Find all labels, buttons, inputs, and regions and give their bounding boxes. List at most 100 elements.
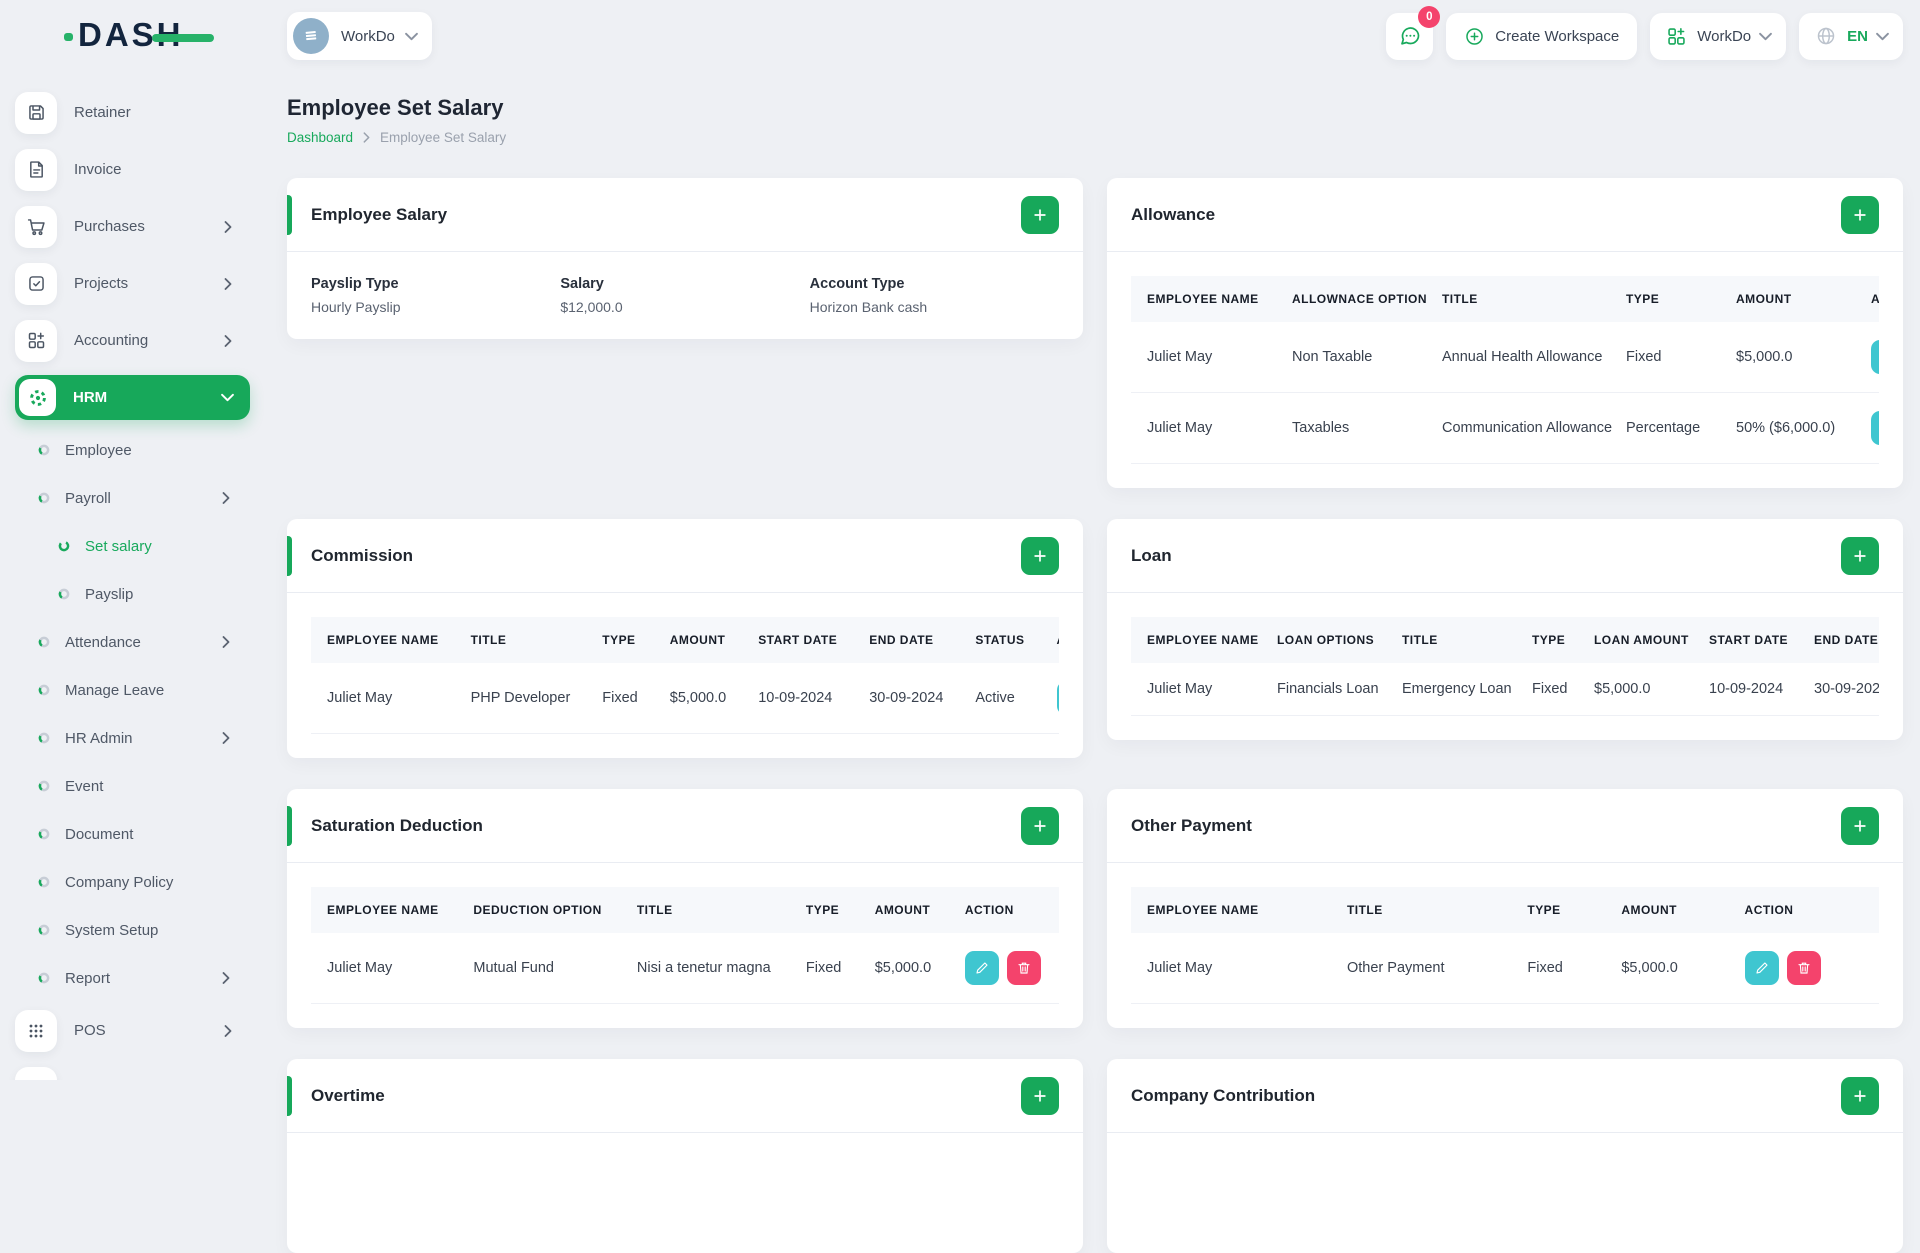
sidebar-item-report[interactable]: Report: [0, 954, 266, 1002]
sidebar-item-crm[interactable]: CRM: [0, 1059, 266, 1080]
plus-icon: [1031, 206, 1049, 224]
chevron-down-icon: [221, 393, 234, 402]
company-contribution-header: Company Contribution: [1107, 1059, 1903, 1133]
plus-icon: [1851, 817, 1869, 835]
breadcrumb-dashboard-link[interactable]: Dashboard: [287, 130, 353, 145]
card-title: Overtime: [311, 1086, 385, 1106]
sidebar-item-event[interactable]: Event: [0, 762, 266, 810]
edit-button[interactable]: [1871, 411, 1879, 445]
edit-button[interactable]: [1057, 681, 1060, 715]
table-row: Juliet May Non Taxable Annual Health All…: [1131, 322, 1879, 393]
table-row: Juliet May Mutual Fund Nisi a tenetur ma…: [311, 933, 1059, 1004]
saturation-deduction-header: Saturation Deduction: [287, 789, 1083, 863]
edit-button[interactable]: [1871, 340, 1879, 374]
sidebar-item-payroll[interactable]: Payroll: [0, 474, 266, 522]
task-check-icon: [15, 263, 57, 305]
chevron-right-icon: [224, 335, 232, 347]
sidebar-item-manage-leave[interactable]: Manage Leave: [0, 666, 266, 714]
other-payment-card: Other Payment EMPLOYEE NAME TITLE TYPE A…: [1107, 789, 1903, 1028]
trash-icon: [1016, 960, 1032, 976]
add-loan-button[interactable]: [1841, 537, 1879, 575]
add-company-contribution-button[interactable]: [1841, 1077, 1879, 1115]
language-label: EN: [1847, 28, 1868, 45]
delete-button[interactable]: [1007, 951, 1041, 985]
building-icon: [301, 26, 321, 46]
sidebar-item-pos[interactable]: POS: [0, 1002, 266, 1059]
sidebar-item-document[interactable]: Document: [0, 810, 266, 858]
field-salary: Salary $12,000.0: [560, 276, 809, 315]
messages-button[interactable]: 0: [1386, 13, 1433, 60]
sidebar-item-hrm[interactable]: HRM: [15, 375, 250, 420]
workdo-menu-label: WorkDo: [1697, 28, 1751, 45]
bullet-icon: [38, 780, 50, 792]
cards-grid: Employee Salary Payslip Type Hourly Pays…: [287, 178, 1903, 1253]
other-payment-table: EMPLOYEE NAME TITLE TYPE AMOUNT ACTION J…: [1131, 887, 1879, 1004]
card-title: Commission: [311, 546, 413, 566]
add-allowance-button[interactable]: [1841, 196, 1879, 234]
add-saturation-deduction-button[interactable]: [1021, 807, 1059, 845]
main-content: Employee Set Salary Dashboard Employee S…: [287, 72, 1903, 1253]
sidebar-item-purchases[interactable]: Purchases: [0, 198, 266, 255]
workdo-menu[interactable]: WorkDo: [1650, 13, 1786, 60]
card-title: Other Payment: [1131, 816, 1252, 836]
sidebar-item-retainer[interactable]: Retainer: [0, 84, 266, 141]
sidebar-item-system-setup[interactable]: System Setup: [0, 906, 266, 954]
bullet-icon: [38, 684, 50, 696]
breadcrumb-separator-icon: [363, 132, 370, 143]
bullet-icon: [38, 732, 50, 744]
workspace-name: WorkDo: [341, 28, 395, 45]
bullet-icon: [38, 972, 50, 984]
dots-grid-icon: [15, 1010, 57, 1052]
card-title: Company Contribution: [1131, 1086, 1315, 1106]
chevron-down-icon: [1876, 32, 1889, 41]
sidebar-item-hr-admin[interactable]: HR Admin: [0, 714, 266, 762]
commission-table: EMPLOYEE NAME TITLE TYPE AMOUNT START DA…: [311, 617, 1059, 734]
chevron-right-icon: [224, 221, 232, 233]
chevron-right-icon: [222, 732, 230, 744]
loan-table: EMPLOYEE NAME LOAN OPTIONS TITLE TYPE LO…: [1131, 617, 1879, 716]
commission-card: Commission EMPLOYEE NAME TITLE TYPE AMOU…: [287, 519, 1083, 758]
sidebar: Retainer Invoice Purchases Projects Acco…: [0, 72, 266, 1080]
sidebar-item-projects[interactable]: Projects: [0, 255, 266, 312]
allowance-table: EMPLOYEE NAME ALLOWNACE OPTION TITLE TYP…: [1131, 276, 1879, 464]
globe-icon: [1815, 25, 1837, 47]
chevron-right-icon: [224, 278, 232, 290]
add-other-payment-button[interactable]: [1841, 807, 1879, 845]
sidebar-item-set-salary[interactable]: Set salary: [0, 522, 266, 570]
card-title: Saturation Deduction: [311, 816, 483, 836]
sidebar-item-company-policy[interactable]: Company Policy: [0, 858, 266, 906]
pencil-icon: [974, 960, 990, 976]
table-row: Juliet May PHP Developer Fixed $5,000.0 …: [311, 663, 1059, 734]
logo-dash-icon: [64, 33, 73, 41]
sidebar-item-payslip[interactable]: Payslip: [0, 570, 266, 618]
create-workspace-button[interactable]: Create Workspace: [1446, 13, 1637, 60]
table-header-row: EMPLOYEE NAME ALLOWNACE OPTION TITLE TYP…: [1131, 276, 1879, 322]
shopping-cart-icon: [15, 206, 57, 248]
bullet-icon: [58, 588, 70, 600]
app-logo: DASH: [64, 14, 214, 58]
saturation-deduction-card: Saturation Deduction EMPLOYEE NAME DEDUC…: [287, 789, 1083, 1028]
table-header-row: EMPLOYEE NAME TITLE TYPE AMOUNT ACTION: [1131, 887, 1879, 933]
add-employee-salary-button[interactable]: [1021, 196, 1059, 234]
field-payslip-type: Payslip Type Hourly Payslip: [311, 276, 560, 315]
edit-button[interactable]: [1745, 951, 1779, 985]
table-header-row: EMPLOYEE NAME LOAN OPTIONS TITLE TYPE LO…: [1131, 617, 1879, 663]
language-selector[interactable]: EN: [1799, 13, 1903, 60]
add-commission-button[interactable]: [1021, 537, 1059, 575]
create-workspace-label: Create Workspace: [1495, 28, 1619, 45]
top-bar: DASH WorkDo 0 Create Workspace: [0, 0, 1920, 72]
sidebar-item-employee[interactable]: Employee: [0, 426, 266, 474]
other-payment-header: Other Payment: [1107, 789, 1903, 863]
workspace-selector[interactable]: WorkDo: [287, 12, 432, 60]
overtime-header: Overtime: [287, 1059, 1083, 1133]
plus-circle-icon: [1464, 26, 1485, 47]
sidebar-item-accounting[interactable]: Accounting: [0, 312, 266, 369]
sidebar-item-attendance[interactable]: Attendance: [0, 618, 266, 666]
chat-icon: [1398, 24, 1422, 48]
edit-button[interactable]: [965, 951, 999, 985]
delete-button[interactable]: [1787, 951, 1821, 985]
card-title: Allowance: [1131, 205, 1215, 225]
sidebar-item-invoice[interactable]: Invoice: [0, 141, 266, 198]
workspace-avatar: [293, 18, 329, 54]
add-overtime-button[interactable]: [1021, 1077, 1059, 1115]
